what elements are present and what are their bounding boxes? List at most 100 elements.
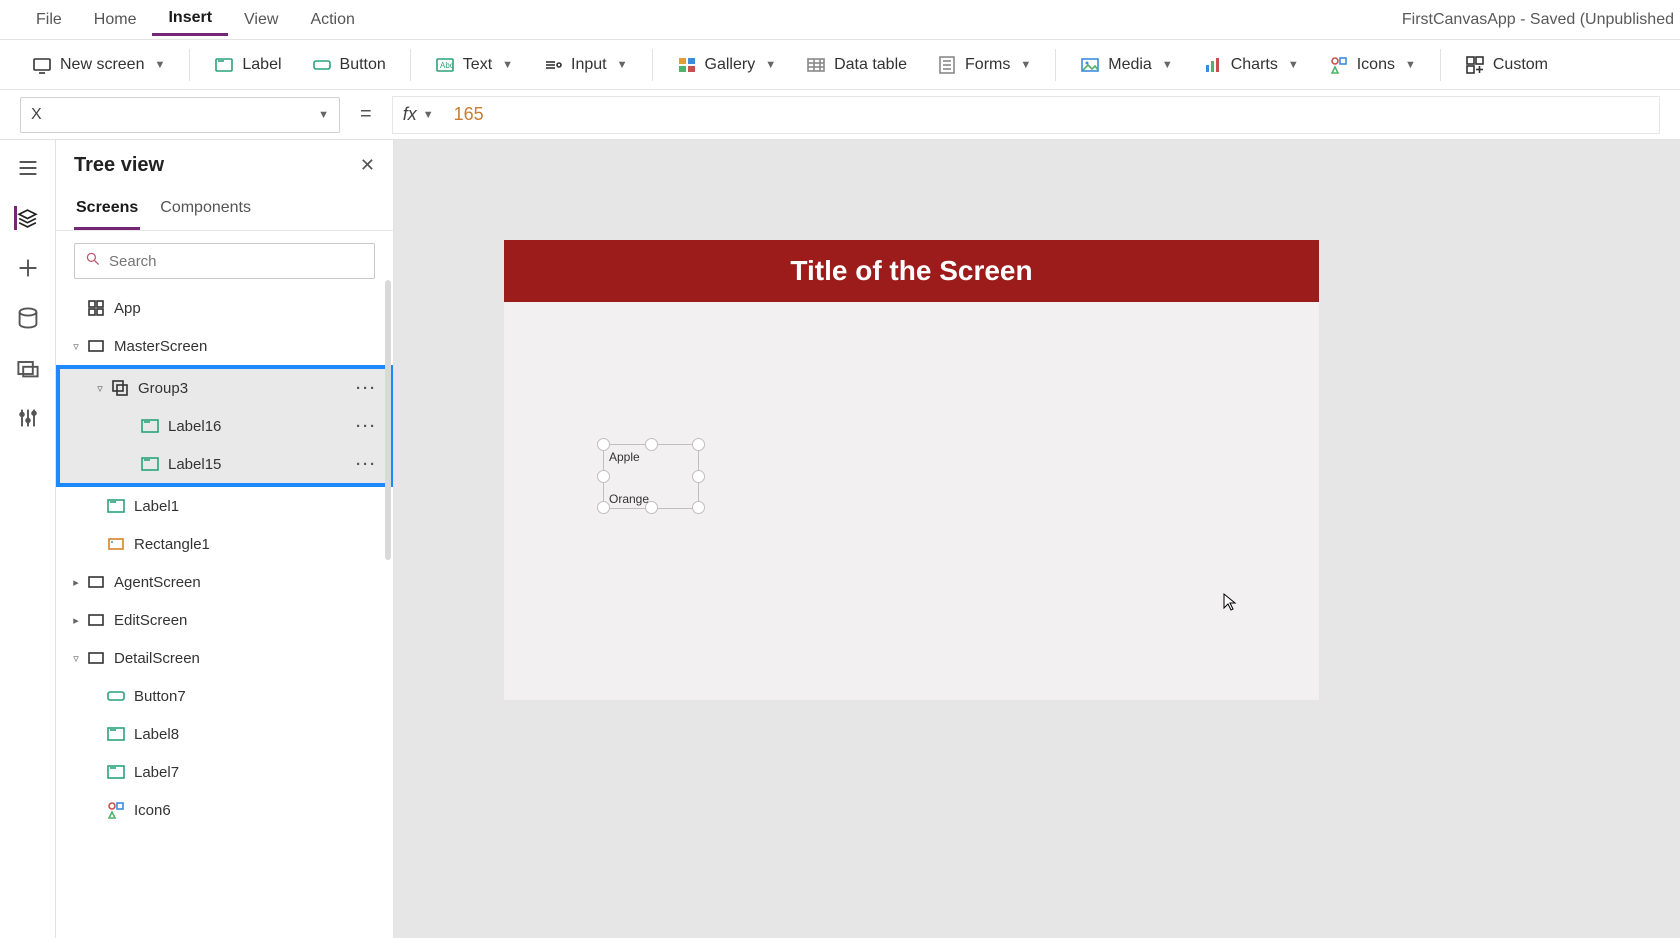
tree-node-icon6[interactable]: Icon6	[56, 791, 393, 829]
resize-handle[interactable]	[645, 438, 658, 451]
tree-node-masterscreen[interactable]: ▿ MasterScreen	[56, 327, 393, 365]
canvas-label-apple[interactable]: Apple	[609, 450, 640, 464]
tree-node-label7[interactable]: Label7	[56, 753, 393, 791]
screen-icon	[86, 572, 106, 592]
icons-icon	[1329, 55, 1349, 75]
left-rail	[0, 140, 56, 938]
rail-tree-view[interactable]	[14, 206, 38, 230]
tree-node-group3[interactable]: ▿ Group3 ···	[60, 369, 389, 407]
ribbon-label[interactable]: Label	[202, 49, 293, 81]
rail-advanced[interactable]	[16, 406, 40, 430]
ribbon-forms[interactable]: Forms ▼	[925, 49, 1043, 81]
ribbon-datatable-label: Data table	[834, 56, 907, 74]
selected-group[interactable]: Apple Orange	[597, 438, 705, 514]
label-icon	[140, 416, 160, 436]
tree-node-label: Label8	[134, 726, 179, 743]
close-panel-button[interactable]: ✕	[360, 155, 375, 176]
ribbon-button-label: Button	[340, 56, 386, 74]
rail-hamburger[interactable]	[16, 156, 40, 180]
screen-icon	[86, 610, 106, 630]
menu-insert[interactable]: Insert	[152, 3, 228, 36]
formula-box[interactable]: fx ▼ 165	[392, 96, 1660, 134]
collapse-icon[interactable]: ▿	[66, 652, 86, 665]
tree-node-app[interactable]: App	[56, 289, 393, 327]
separator	[1055, 49, 1056, 81]
tree-node-label16[interactable]: Label16 ···	[60, 407, 389, 445]
collapse-icon[interactable]: ▿	[90, 382, 110, 395]
tree-node-label15[interactable]: Label15 ···	[60, 445, 389, 483]
mouse-cursor-icon	[1222, 592, 1238, 617]
ribbon-text[interactable]: Abc Text ▼	[423, 49, 525, 81]
canvas-screen[interactable]: Title of the Screen Apple Orange	[504, 240, 1319, 700]
equals-sign: =	[354, 103, 378, 126]
resize-handle[interactable]	[692, 438, 705, 451]
menu-view[interactable]: View	[228, 5, 294, 35]
screen-title-bar[interactable]: Title of the Screen	[504, 240, 1319, 302]
ribbon-charts-label: Charts	[1231, 56, 1278, 74]
label-icon	[106, 762, 126, 782]
ribbon-input[interactable]: Input ▼	[531, 49, 639, 81]
rail-insert[interactable]	[16, 256, 40, 280]
ribbon-charts[interactable]: Charts ▼	[1191, 49, 1311, 81]
gallery-icon	[677, 55, 697, 75]
expand-icon[interactable]: ▸	[66, 576, 86, 589]
label-icon	[106, 496, 126, 516]
ribbon-media-label: Media	[1108, 56, 1152, 74]
canvas-area[interactable]: Title of the Screen Apple Orange	[394, 140, 1680, 938]
tree-view-panel: Tree view ✕ Screens Components App ▿ Mas…	[56, 140, 394, 938]
resize-handle[interactable]	[692, 470, 705, 483]
tab-components[interactable]: Components	[158, 193, 253, 230]
icons-icon	[106, 800, 126, 820]
chevron-down-icon: ▼	[1162, 59, 1173, 71]
tree-view-title: Tree view	[74, 154, 164, 177]
property-selector[interactable]: X ▼	[20, 97, 340, 133]
ribbon-new-screen[interactable]: New screen ▼	[20, 49, 177, 81]
resize-handle[interactable]	[692, 501, 705, 514]
search-input[interactable]	[109, 253, 364, 270]
tree-node-label1[interactable]: Label1	[56, 487, 393, 525]
ribbon-icons[interactable]: Icons ▼	[1317, 49, 1428, 81]
menu-home[interactable]: Home	[78, 5, 153, 35]
label-icon	[140, 454, 160, 474]
menu-action[interactable]: Action	[294, 5, 370, 35]
tree-node-rectangle1[interactable]: Rectangle1	[56, 525, 393, 563]
tab-screens[interactable]: Screens	[74, 193, 140, 230]
tree-node-label: DetailScreen	[114, 650, 200, 667]
more-icon[interactable]: ···	[356, 380, 377, 397]
separator	[189, 49, 190, 81]
chevron-down-icon: ▼	[502, 59, 513, 71]
ribbon-custom[interactable]: Custom	[1453, 49, 1560, 81]
ribbon-gallery-label: Gallery	[705, 56, 756, 74]
charts-icon	[1203, 55, 1223, 75]
tree-node-label8[interactable]: Label8	[56, 715, 393, 753]
expand-icon[interactable]: ▸	[66, 614, 86, 627]
canvas-label-orange[interactable]: Orange	[609, 492, 649, 506]
tree-node-label: Rectangle1	[134, 536, 210, 553]
fx-label[interactable]: fx ▼	[403, 104, 434, 125]
tree-node-label: AgentScreen	[114, 574, 201, 591]
tree-node-label: Label16	[168, 418, 221, 435]
tree-node-label: Button7	[134, 688, 186, 705]
more-icon[interactable]: ···	[356, 418, 377, 435]
ribbon-button[interactable]: Button	[300, 49, 398, 81]
menu-file[interactable]: File	[20, 5, 78, 35]
rail-media[interactable]	[16, 356, 40, 380]
ribbon-media[interactable]: Media ▼	[1068, 49, 1184, 81]
rail-data[interactable]	[16, 306, 40, 330]
label-icon	[214, 55, 234, 75]
ribbon-datatable[interactable]: Data table	[794, 49, 919, 81]
tree-node-detailscreen[interactable]: ▿ DetailScreen	[56, 639, 393, 677]
chevron-down-icon: ▼	[423, 109, 434, 121]
resize-handle[interactable]	[597, 470, 610, 483]
formula-value[interactable]: 165	[434, 104, 1649, 125]
separator	[1440, 49, 1441, 81]
tree-node-button7[interactable]: Button7	[56, 677, 393, 715]
chevron-down-icon: ▼	[1020, 59, 1031, 71]
ribbon-gallery[interactable]: Gallery ▼	[665, 49, 789, 81]
more-icon[interactable]: ···	[356, 456, 377, 473]
tree-node-agentscreen[interactable]: ▸ AgentScreen	[56, 563, 393, 601]
separator	[410, 49, 411, 81]
collapse-icon[interactable]: ▿	[66, 340, 86, 353]
tree-node-editscreen[interactable]: ▸ EditScreen	[56, 601, 393, 639]
tree-search[interactable]	[74, 243, 375, 279]
